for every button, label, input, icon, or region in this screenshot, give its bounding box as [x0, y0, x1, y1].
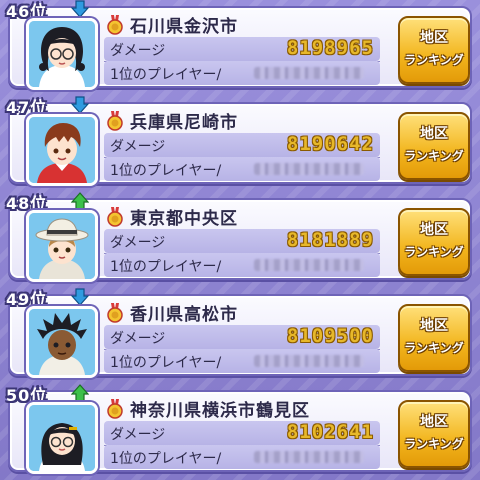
top-player-label: 1位のプレイヤー/	[110, 355, 222, 371]
damage-value: 8109500	[286, 325, 374, 347]
button-label-line2: ランキング	[404, 437, 464, 451]
blurred-player-name	[254, 451, 364, 463]
top-player-line: 1位のプレイヤー/	[104, 253, 380, 277]
rank-down-arrow-icon	[71, 0, 89, 18]
blurred-player-name	[254, 355, 364, 367]
rank-down-arrow-icon	[71, 288, 89, 306]
damage-line: ダメージ 8102641	[104, 421, 380, 446]
ranking-row: 47位 兵庫県尼崎市 ダメージ 8190642 1位のプレイヤー/ 地区 ランキ…	[0, 96, 480, 188]
damage-label: ダメージ	[110, 427, 166, 443]
medal-icon	[107, 399, 123, 419]
avatar	[26, 210, 98, 282]
top-player-line: 1位のプレイヤー/	[104, 157, 380, 181]
medal-icon	[107, 15, 123, 35]
region-ranking-button[interactable]: 地区 ランキング	[398, 400, 470, 468]
button-label-line2: ランキング	[404, 245, 464, 259]
blurred-player-name	[254, 259, 364, 271]
ranking-row: 49位 香川県高松市 ダメージ 8109500 1位のプレイヤー/ 地区 ランキ…	[0, 288, 480, 380]
avatar	[26, 18, 98, 90]
rank-down-arrow-icon	[71, 96, 89, 114]
button-label-line1: 地区	[420, 414, 448, 430]
damage-value: 8181889	[286, 229, 374, 251]
top-player-label: 1位のプレイヤー/	[110, 259, 222, 275]
rank-up-arrow-icon	[71, 192, 89, 210]
top-player-line: 1位のプレイヤー/	[104, 445, 380, 469]
damage-label: ダメージ	[110, 43, 166, 59]
damage-line: ダメージ 8190642	[104, 133, 380, 158]
avatar	[26, 114, 98, 186]
button-label-line1: 地区	[420, 30, 448, 46]
damage-label: ダメージ	[110, 235, 166, 251]
damage-line: ダメージ 8198965	[104, 37, 380, 62]
medal-icon	[107, 111, 123, 131]
button-label-line1: 地区	[420, 318, 448, 334]
top-player-label: 1位のプレイヤー/	[110, 67, 222, 83]
button-label-line2: ランキング	[404, 149, 464, 163]
region-name: 石川県金沢市	[130, 17, 238, 37]
button-label-line1: 地区	[420, 126, 448, 142]
blurred-player-name	[254, 67, 364, 79]
damage-value: 8102641	[286, 421, 374, 443]
region-name: 香川県高松市	[130, 305, 238, 325]
top-player-label: 1位のプレイヤー/	[110, 451, 222, 467]
region-name: 兵庫県尼崎市	[130, 113, 238, 133]
button-label-line2: ランキング	[404, 341, 464, 355]
rank-up-arrow-icon	[71, 384, 89, 402]
avatar	[26, 402, 98, 474]
damage-line: ダメージ 8109500	[104, 325, 380, 350]
region-ranking-button[interactable]: 地区 ランキング	[398, 304, 470, 372]
blurred-player-name	[254, 163, 364, 175]
button-label-line1: 地区	[420, 222, 448, 238]
damage-line: ダメージ 8181889	[104, 229, 380, 254]
ranking-row: 46位 石川県金沢市 ダメージ 8198965 1位のプレイヤー/ 地区 ランキ…	[0, 0, 480, 92]
region-name: 東京都中央区	[130, 209, 238, 229]
damage-value: 8198965	[286, 37, 374, 59]
ranking-row: 50位 神奈川県横浜市鶴見区 ダメージ 8102641 1位のプレイヤー/ 地区…	[0, 384, 480, 476]
medal-icon	[107, 207, 123, 227]
damage-value: 8190642	[286, 133, 374, 155]
region-ranking-button[interactable]: 地区 ランキング	[398, 112, 470, 180]
ranking-row: 48位 東京都中央区 ダメージ 8181889 1位のプレイヤー/ 地区 ランキ…	[0, 192, 480, 284]
top-player-line: 1位のプレイヤー/	[104, 349, 380, 373]
medal-icon	[107, 303, 123, 323]
damage-label: ダメージ	[110, 331, 166, 347]
top-player-line: 1位のプレイヤー/	[104, 61, 380, 85]
region-name: 神奈川県横浜市鶴見区	[130, 401, 310, 421]
top-player-label: 1位のプレイヤー/	[110, 163, 222, 179]
region-ranking-list: 46位 石川県金沢市 ダメージ 8198965 1位のプレイヤー/ 地区 ランキ…	[0, 0, 480, 480]
damage-label: ダメージ	[110, 139, 166, 155]
region-ranking-button[interactable]: 地区 ランキング	[398, 16, 470, 84]
button-label-line2: ランキング	[404, 53, 464, 67]
avatar	[26, 306, 98, 378]
region-ranking-button[interactable]: 地区 ランキング	[398, 208, 470, 276]
